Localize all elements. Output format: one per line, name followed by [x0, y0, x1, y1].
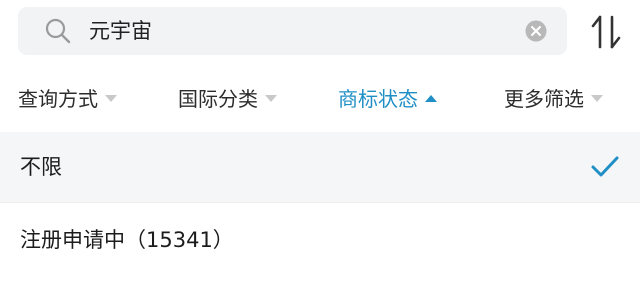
option-registering[interactable]: 注册申请中（15341） [0, 203, 640, 273]
clear-icon[interactable] [525, 20, 547, 42]
filter-trademark-status[interactable]: 商标状态 [338, 66, 437, 132]
triangle-up-icon [425, 95, 437, 102]
filter-more[interactable]: 更多筛选 [504, 66, 603, 132]
search-icon [45, 18, 71, 44]
triangle-down-icon [591, 95, 603, 102]
filter-label: 国际分类 [178, 87, 258, 111]
check-icon [591, 156, 619, 177]
triangle-down-icon [105, 95, 117, 102]
filter-international-class[interactable]: 国际分类 [178, 66, 277, 132]
triangle-down-icon [265, 95, 277, 102]
sort-icon[interactable] [590, 14, 622, 50]
search-box[interactable]: 元宇宙 [18, 7, 567, 55]
filter-label: 查询方式 [18, 87, 98, 111]
filter-bar: 查询方式 国际分类 商标状态 更多筛选 [0, 66, 640, 132]
filter-label: 商标状态 [338, 87, 418, 111]
option-label: 注册申请中（15341） [20, 228, 234, 252]
search-row: 元宇宙 [0, 0, 640, 66]
search-input[interactable]: 元宇宙 [89, 7, 152, 55]
option-label: 不限 [20, 155, 62, 179]
option-unlimited[interactable]: 不限 [0, 132, 640, 202]
filter-label: 更多筛选 [504, 87, 584, 111]
filter-query-method[interactable]: 查询方式 [18, 66, 117, 132]
